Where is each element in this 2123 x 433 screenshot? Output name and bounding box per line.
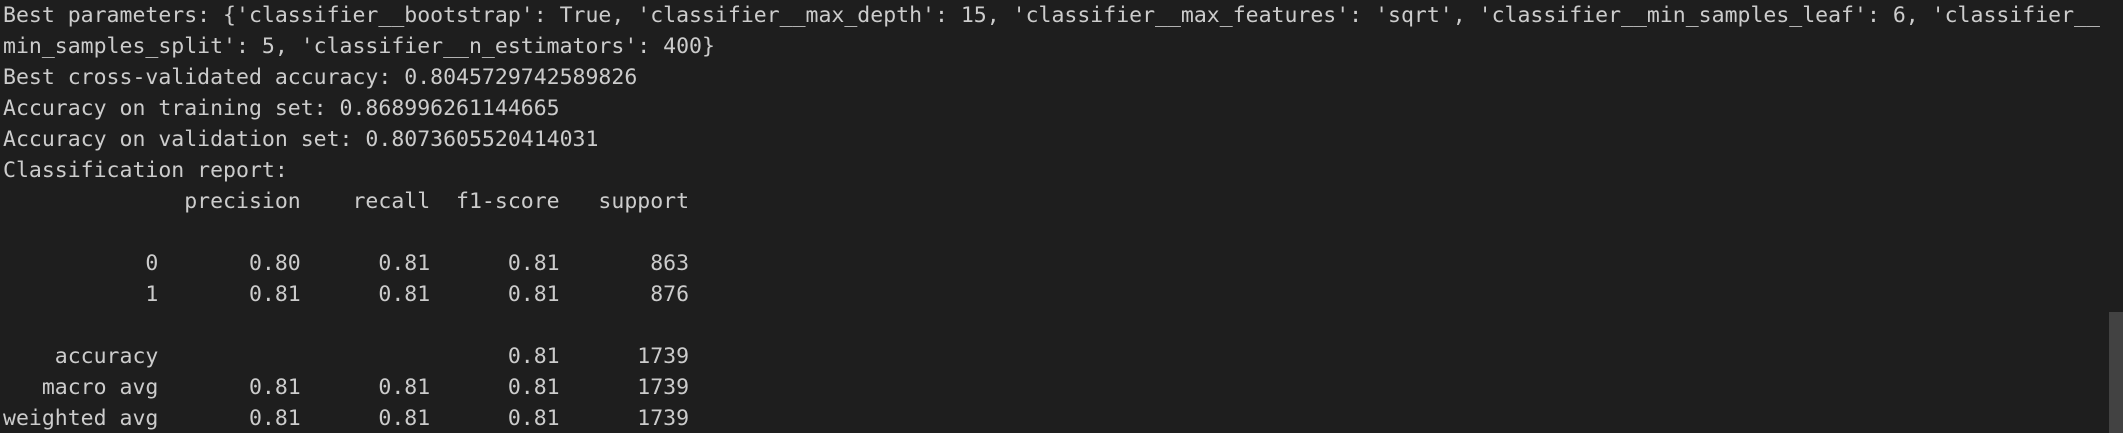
report-row-macro-avg: macro avg 0.81 0.81 0.81 1739	[3, 375, 690, 400]
report-row-weighted-avg: weighted avg 0.81 0.81 0.81 1739	[3, 406, 690, 431]
best-parameters-line-2: min_samples_split': 5, 'classifier__n_es…	[3, 34, 715, 59]
best-parameters-line-1: Best parameters: {'classifier__bootstrap…	[3, 3, 2100, 28]
training-accuracy-line: Accuracy on training set: 0.868996261144…	[3, 96, 560, 121]
terminal-output-panel[interactable]: Best parameters: {'classifier__bootstrap…	[0, 0, 2106, 433]
report-row-class-1: 1 0.81 0.81 0.81 876	[3, 282, 690, 307]
report-row-class-0: 0 0.80 0.81 0.81 863	[3, 251, 690, 276]
scrollbar-thumb[interactable]	[2109, 312, 2123, 433]
report-row-accuracy: accuracy 0.81 1739	[3, 344, 690, 369]
vertical-scrollbar[interactable]	[2106, 0, 2123, 433]
report-header-row: precision recall f1-score support	[3, 189, 690, 214]
terminal-output: Best parameters: {'classifier__bootstrap…	[0, 0, 2106, 433]
classification-report-title: Classification report:	[3, 158, 288, 183]
best-cv-accuracy-line: Best cross-validated accuracy: 0.8045729…	[3, 65, 638, 90]
validation-accuracy-line: Accuracy on validation set: 0.8073605520…	[3, 127, 599, 152]
